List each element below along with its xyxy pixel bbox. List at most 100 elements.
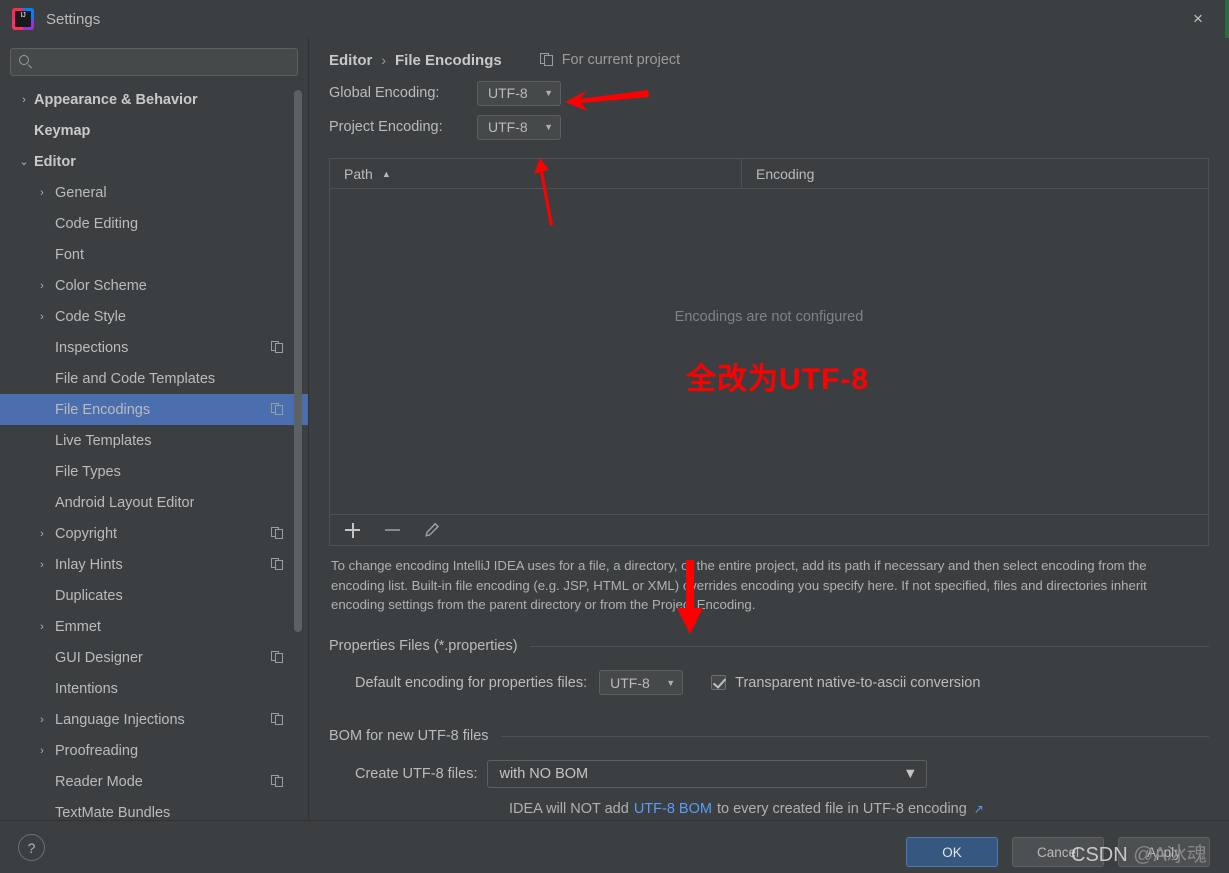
bom-note: IDEA will NOT add UTF-8 BOM to every cre… [329,801,1209,817]
utf8-bom-link[interactable]: UTF-8 BOM [634,801,712,817]
add-icon[interactable] [342,520,362,540]
sidebar-item-inspections[interactable]: Inspections [0,332,308,363]
search-icon [19,55,33,69]
checkbox-checked-icon [711,675,727,690]
sidebar-item-label: Live Templates [55,432,152,449]
column-header-path[interactable]: Path ▲ [330,159,742,188]
table-toolbar [330,514,1208,545]
chevron-right-icon[interactable]: › [34,280,50,292]
sidebar-item-label: Reader Mode [55,773,143,790]
for-current-project-text: For current project [561,52,681,68]
chevron-right-icon[interactable]: › [34,621,50,633]
breadcrumb-parent[interactable]: Editor [329,52,372,69]
chevron-down-icon: ▼ [544,122,553,132]
create-utf8-files-label: Create UTF-8 files: [355,766,478,782]
bom-note-suffix: to every created file in UTF-8 encoding [716,801,967,817]
global-encoding-value: UTF-8 [488,85,528,101]
bom-group-header: BOM for new UTF-8 files [329,728,1209,744]
search-input[interactable] [39,54,289,70]
create-utf8-files-row: Create UTF-8 files: with NO BOM ▼ [329,760,1209,788]
column-header-encoding[interactable]: Encoding [742,159,1208,188]
sidebar-item-label: Editor [34,153,76,170]
sidebar-item-keymap[interactable]: Keymap [0,115,308,146]
create-utf8-files-value: with NO BOM [499,766,589,782]
apply-button[interactable]: Apply [1118,837,1210,867]
help-button[interactable]: ? [18,834,45,861]
annotation-red-note: 全改为UTF-8 [686,363,869,396]
remove-icon[interactable] [382,520,402,540]
sidebar-item-editor[interactable]: ⌄ Editor [0,146,308,177]
sidebar-item-live-templates[interactable]: Live Templates [0,425,308,456]
sidebar-item-appearance-behavior[interactable]: › Appearance & Behavior [0,84,308,115]
empty-state-message: Encodings are not configured [674,309,864,325]
column-header-encoding-label: Encoding [756,165,815,182]
sidebar-item-duplicates[interactable]: Duplicates [0,580,308,611]
chevron-right-icon[interactable]: › [34,745,50,757]
sidebar-item-file-types[interactable]: File Types [0,456,308,487]
bom-note-prefix: IDEA will NOT add [509,801,629,817]
ok-button[interactable]: OK [906,837,998,867]
sidebar-item-copyright[interactable]: › Copyright [0,518,308,549]
sidebar-item-proofreading[interactable]: › Proofreading [0,735,308,766]
sidebar-item-file-encodings[interactable]: File Encodings [0,394,308,425]
edit-pencil-icon[interactable] [422,520,442,540]
sidebar-item-file-and-code-templates[interactable]: File and Code Templates [0,363,308,394]
window-edge-strip [1225,0,1229,38]
create-utf8-files-dropdown[interactable]: with NO BOM ▼ [487,760,928,788]
properties-files-group: Properties Files (*.properties) Default … [329,638,1209,695]
project-scope-icon [271,713,284,726]
chevron-down-icon: ▼ [903,766,918,782]
close-icon[interactable]: × [1175,0,1221,38]
sidebar-item-label: Code Editing [55,215,139,232]
sidebar-item-color-scheme[interactable]: › Color Scheme [0,270,308,301]
global-encoding-label: Global Encoding: [329,85,440,101]
external-link-icon[interactable]: ↗ [974,802,984,816]
window-title: Settings [46,10,101,28]
chevron-right-icon[interactable]: › [34,559,50,571]
cancel-button[interactable]: Cancel [1012,837,1104,867]
settings-sidebar: › Appearance & Behavior Keymap ⌄ Editor › Gene… [0,38,308,820]
global-encoding-dropdown[interactable]: UTF-8 ▼ [477,80,561,106]
dialog-button-bar: ? OK Cancel Apply [0,820,1229,873]
sidebar-item-label: Copyright [55,525,118,542]
sidebar-item-intentions[interactable]: Intentions [0,673,308,704]
project-scope-icon [539,53,554,67]
sidebar-item-reader-mode[interactable]: Reader Mode [0,766,308,797]
sidebar-item-code-editing[interactable]: Code Editing [0,208,308,239]
sidebar-item-language-injections[interactable]: › Language Injections [0,704,308,735]
sidebar-item-label: General [55,184,107,201]
sidebar-item-label: File Encodings [55,401,151,418]
project-scope-icon [271,558,284,571]
sidebar-scrollbar[interactable] [294,90,302,632]
chevron-right-icon[interactable]: › [34,528,50,540]
project-encoding-value: UTF-8 [488,119,528,135]
sidebar-item-textmate-bundles[interactable]: TextMate Bundles [0,797,308,821]
sidebar-item-general[interactable]: › General [0,177,308,208]
sidebar-item-code-style[interactable]: › Code Style [0,301,308,332]
sidebar-item-label: Appearance & Behavior [34,91,198,108]
bom-group-title: BOM for new UTF-8 files [329,728,489,744]
chevron-right-icon[interactable]: › [34,187,50,199]
sidebar-item-font[interactable]: Font [0,239,308,270]
project-encoding-dropdown[interactable]: UTF-8 ▼ [477,114,561,140]
chevron-right-icon[interactable]: › [16,94,32,106]
sidebar-item-label: File Types [55,463,121,480]
sidebar-item-label: Code Style [55,308,126,325]
search-box[interactable] [10,48,298,76]
chevron-right-icon[interactable]: › [34,714,50,726]
page-title: File Encodings [395,51,502,69]
chevron-down-icon[interactable]: ⌄ [16,155,32,168]
sidebar-item-android-layout-editor[interactable]: Android Layout Editor [0,487,308,518]
encodings-table: Path ▲ Encoding Encodings are not config… [329,158,1209,546]
transparent-native-to-ascii-checkbox[interactable]: Transparent native-to-ascii conversion [711,675,980,691]
main-panel: Editor › File Encodings For current proj… [309,38,1229,820]
sidebar-item-gui-designer[interactable]: GUI Designer [0,642,308,673]
chevron-right-icon[interactable]: › [34,311,50,323]
sidebar-item-emmet[interactable]: › Emmet [0,611,308,642]
sidebar-item-inlay-hints[interactable]: › Inlay Hints [0,549,308,580]
default-properties-encoding-dropdown[interactable]: UTF-8 ▼ [599,670,684,695]
properties-files-group-header: Properties Files (*.properties) [329,638,1209,654]
global-encoding-row: Global Encoding: UTF-8 ▼ [309,78,1229,108]
sidebar-item-label: TextMate Bundles [55,804,171,821]
table-body[interactable]: Encodings are not configured [330,189,1208,514]
